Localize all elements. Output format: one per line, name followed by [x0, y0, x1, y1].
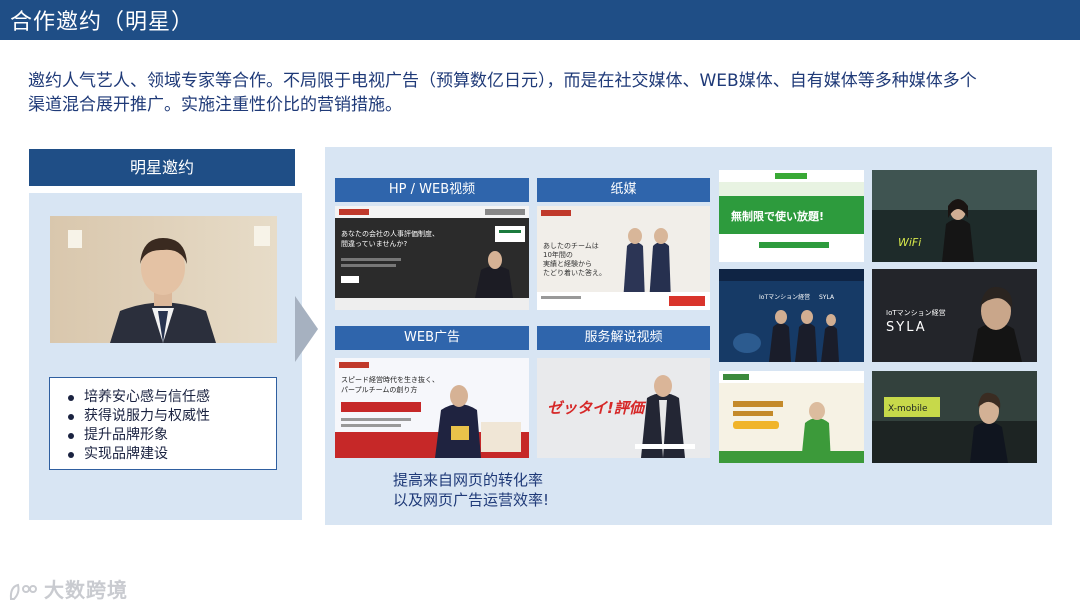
ad-image-xmobile: X-mobile	[872, 371, 1037, 463]
ad-syla-caption: IoTマンション経営	[759, 293, 810, 301]
watermark: 大数跨境	[8, 574, 128, 603]
print-media-screenshot: あしたのチームは 10年間の 実績と経験から たどり着いた答え。	[537, 206, 710, 310]
ad-syla-brand: SYLA	[819, 294, 835, 301]
page-title: 合作邀约（明星）	[10, 10, 195, 35]
ad-image-syla-group: IoTマンション経営 SYLA	[719, 269, 864, 362]
hp-web-video-screenshot: あなたの会社の人事評価制度、 間違っていませんか?	[335, 206, 529, 310]
benefit-item: 提升品牌形象	[68, 426, 276, 445]
ad-image-wifi: WiFi	[872, 170, 1037, 262]
label-web-ad: WEB广告	[335, 326, 529, 350]
ad-syla-portrait-brand: SYLA	[886, 320, 927, 335]
right-arrow-icon	[295, 296, 318, 362]
print-headline-3: 実績と経験から	[543, 259, 592, 268]
label-hp-web-video: HP / WEB视频	[335, 178, 529, 202]
benefit-item: 获得说服力与权威性	[68, 407, 276, 426]
ad-wifi-text: WiFi	[898, 236, 921, 249]
watermark-logo-icon	[8, 581, 38, 603]
print-headline-2: 10年間の	[543, 250, 573, 259]
ad-syla-portrait-caption: IoTマンション経営	[886, 308, 946, 317]
intro-line-2: 渠道混合展开推广。实施注重性价比的营销措施。	[28, 95, 402, 115]
ad-image-green-campaign	[719, 371, 864, 463]
webad-headline: スピード経営時代を生き抜く、	[341, 375, 439, 384]
intro-line-1: 邀约人气艺人、领域专家等合作。不局限于电视广告（预算数亿日元），而是在社交媒体、…	[28, 71, 977, 91]
ad-image-syla-portrait: IoTマンション経営 SYLA	[872, 269, 1037, 362]
label-service-video: 服务解说视频	[537, 326, 710, 350]
title-bar: 合作邀约（明星）	[0, 0, 1080, 40]
caption-line-2: 以及网页广告运营效率!	[393, 491, 550, 509]
benefit-item: 培养安心感与信任感	[68, 388, 276, 407]
benefit-list: 培养安心感与信任感 获得说服力与权威性 提升品牌形象 实现品牌建设	[50, 378, 276, 464]
web-ad-screenshot: スピード経営時代を生き抜く、 パープルチームの創り方	[335, 358, 529, 458]
watermark-text: 大数跨境	[44, 578, 128, 602]
hp-headline-2: 間違っていませんか?	[341, 239, 407, 248]
celebrity-photo	[50, 216, 277, 343]
print-headline: あしたのチームは	[543, 242, 599, 250]
label-print-media: 纸媒	[537, 178, 710, 202]
ad-unlimited-text: 無制限で使い放題!	[731, 209, 824, 223]
benefit-list-box: 培养安心感与信任感 获得说服力与权威性 提升品牌形象 实现品牌建设	[49, 377, 277, 470]
star-invitation-header: 明星邀约	[29, 149, 295, 186]
intro-paragraph: 邀约人气艺人、领域专家等合作。不局限于电视广告（预算数亿日元），而是在社交媒体、…	[28, 69, 1058, 117]
ad-xmobile-text: X-mobile	[888, 404, 928, 414]
webad-headline-2: パープルチームの創り方	[341, 385, 417, 394]
service-video-logo: ゼッタイ!評価	[547, 399, 647, 417]
benefit-item: 实现品牌建设	[68, 445, 276, 464]
service-video-screenshot: ゼッタイ!評価	[537, 358, 710, 458]
hp-headline: あなたの会社の人事評価制度、	[341, 229, 439, 238]
ad-image-unlimited-data: 無制限で使い放題!	[719, 170, 864, 262]
caption-line-1: 提高来自网页的转化率	[393, 471, 544, 489]
print-headline-4: たどり着いた答え。	[543, 268, 606, 277]
effect-caption: 提高来自网页的转化率 以及网页广告运营效率!	[393, 470, 549, 510]
